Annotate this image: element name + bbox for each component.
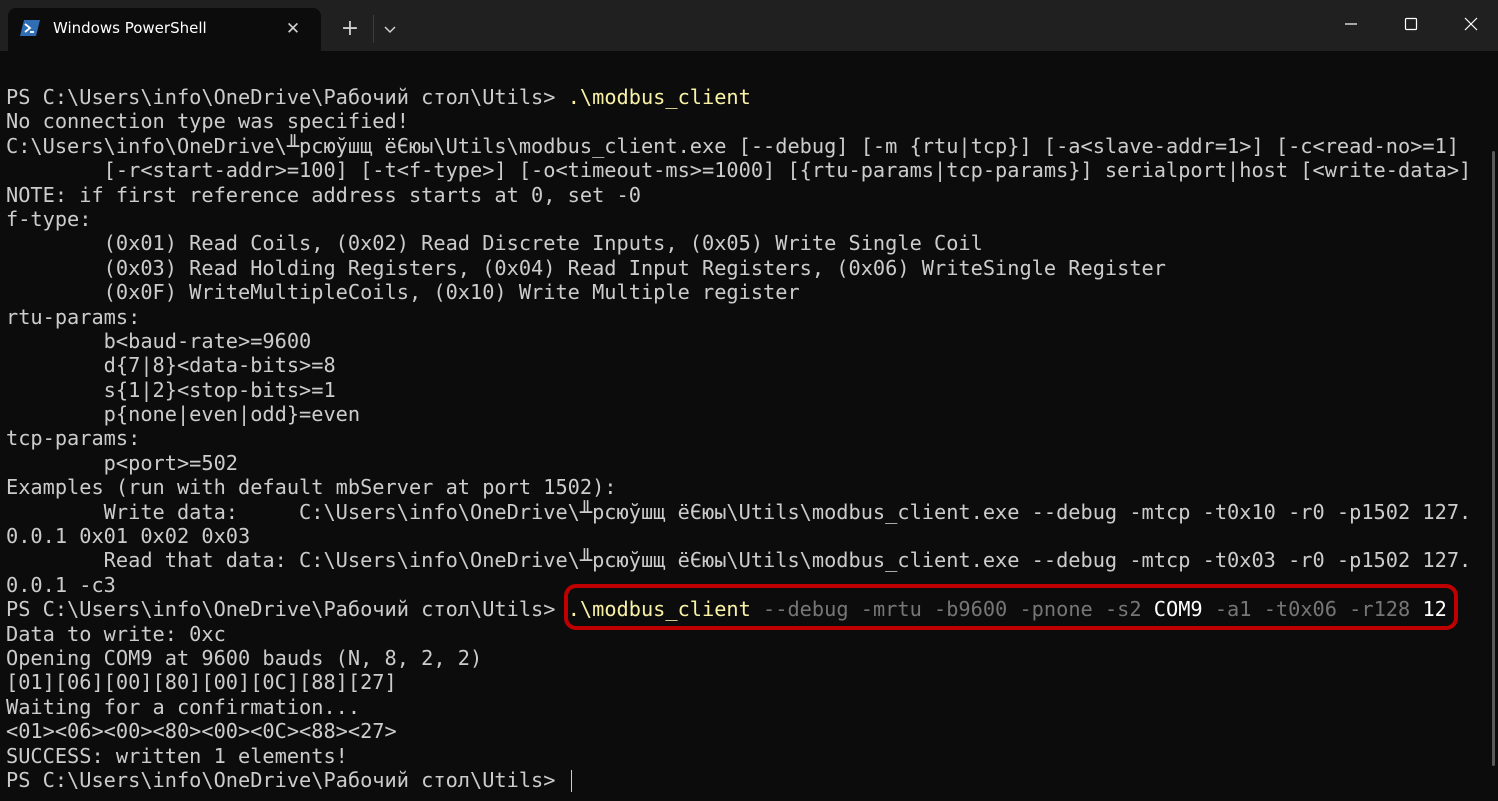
close-window-button[interactable] bbox=[1441, 0, 1498, 48]
output-line: Opening COM9 at 9600 bauds (N, 8, 2, 2) bbox=[6, 645, 483, 670]
output-line: (0x03) Read Holding Registers, (0x04) Re… bbox=[6, 255, 1166, 280]
output-line: d{7|8}<data-bits>=8 bbox=[6, 353, 336, 378]
output-line: No connection type was specified! bbox=[6, 109, 409, 134]
text-cursor bbox=[570, 770, 572, 793]
output-line: 0.0.1 0x01 0x02 0x03 bbox=[6, 524, 251, 549]
close-icon bbox=[1464, 17, 1478, 31]
tab-powershell[interactable]: Windows PowerShell ✕ bbox=[8, 8, 321, 51]
minimize-icon bbox=[1345, 23, 1357, 25]
output-line: (0x0F) WriteMultipleCoils, (0x10) Write … bbox=[6, 280, 800, 305]
maximize-button[interactable] bbox=[1381, 0, 1440, 48]
chevron-down-icon[interactable] bbox=[378, 16, 402, 42]
output-line: f-type: bbox=[6, 206, 92, 231]
powershell-icon bbox=[20, 20, 40, 36]
output-line: [-r<start-addr>=100] [-t<f-type>] [-o<ti… bbox=[6, 158, 1472, 183]
output-line: Waiting for a confirmation... bbox=[6, 694, 361, 719]
prompt: PS C:\Users\info\OneDrive\Рабочий стол\U… bbox=[6, 85, 568, 109]
output-line: Read that data: C:\Users\info\OneDrive\╨… bbox=[6, 548, 1472, 573]
highlight-annotation bbox=[564, 584, 1458, 630]
title-bar: Windows PowerShell ✕ + bbox=[0, 0, 1498, 51]
output-line: s{1|2}<stop-bits>=1 bbox=[6, 377, 336, 402]
maximize-icon bbox=[1404, 17, 1418, 31]
output-line: Examples (run with default mbServer at p… bbox=[6, 475, 617, 500]
output-line: b<baud-rate>=9600 bbox=[6, 328, 312, 353]
output-line: SUCCESS: written 1 elements! bbox=[6, 743, 348, 768]
output-line: tcp-params: bbox=[6, 426, 141, 451]
scrollbar[interactable] bbox=[1492, 151, 1495, 766]
output-line: Write data: C:\Users\info\OneDrive\╨рсюў… bbox=[6, 499, 1472, 524]
output-line: rtu-params: bbox=[6, 304, 141, 329]
output-line: NOTE: if first reference address starts … bbox=[6, 182, 641, 207]
output-line: p{none|even|odd}=even bbox=[6, 402, 361, 427]
output-line: [01][06][00][80][00][0C][88][27] bbox=[6, 670, 397, 695]
command-text: .\modbus_client bbox=[567, 85, 751, 109]
plus-icon[interactable]: + bbox=[336, 15, 364, 43]
prompt: PS C:\Users\info\OneDrive\Рабочий стол\U… bbox=[6, 767, 568, 792]
output-line: <01><06><00><80><00><0C><88><27> bbox=[6, 719, 397, 744]
command-line: PS C:\Users\info\OneDrive\Рабочий стол\U… bbox=[6, 85, 1476, 109]
prompt: PS C:\Users\info\OneDrive\Рабочий стол\U… bbox=[6, 597, 568, 622]
terminal-area[interactable]: PS C:\Users\info\OneDrive\Рабочий стол\U… bbox=[0, 51, 1498, 801]
minimize-button[interactable] bbox=[1321, 0, 1380, 48]
close-icon[interactable]: ✕ bbox=[282, 18, 304, 40]
output-line: (0x01) Read Coils, (0x02) Read Discrete … bbox=[6, 231, 983, 256]
tab-title: Windows PowerShell bbox=[53, 19, 207, 37]
prompt-line[interactable]: PS C:\Users\info\OneDrive\Рабочий стол\U… bbox=[6, 767, 1476, 793]
tab-separator bbox=[373, 15, 374, 43]
output-line: p<port>=502 bbox=[6, 450, 238, 475]
output-line: C:\Users\info\OneDrive\╨рсюўшщ ёЄюы\Util… bbox=[6, 133, 1460, 158]
terminal-output: PS C:\Users\info\OneDrive\Рабочий стол\U… bbox=[6, 85, 1476, 793]
